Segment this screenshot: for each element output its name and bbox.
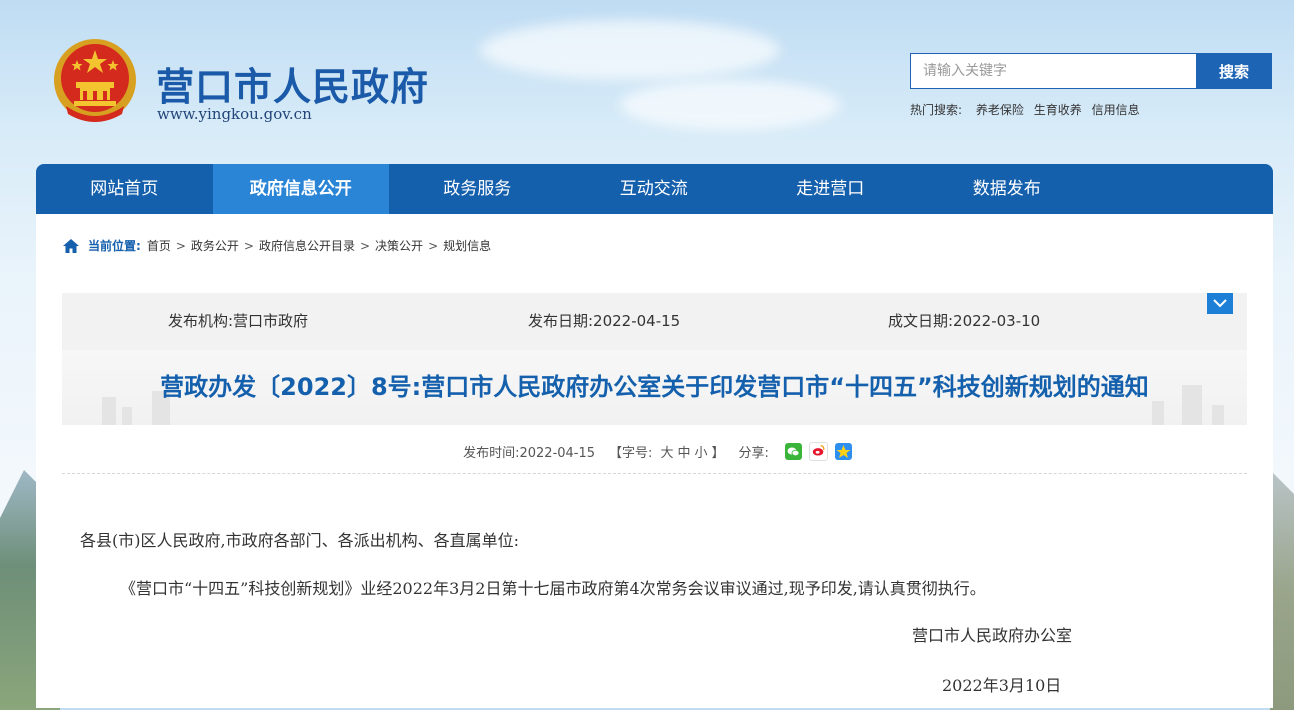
breadcrumb-link[interactable]: 规划信息 xyxy=(443,236,491,256)
meta-publish-date: 发布日期:2022-04-15 xyxy=(528,312,681,330)
document-salutation: 各县(市)区人民政府,市政府各部门、各派出机构、各直属单位: xyxy=(80,531,519,550)
document-info-row: 发布时间:2022-04-15 【字号: 大 中 小 】 分享: xyxy=(62,440,1247,462)
site-url: www.yingkou.gov.cn xyxy=(157,105,312,123)
background-cloud xyxy=(480,20,780,80)
home-icon xyxy=(63,239,79,253)
breadcrumb: 当前位置: 首页 > 政务公开 > 政府信息公开目录 > 决策公开 > 规划信息 xyxy=(62,236,491,256)
qzone-share-icon[interactable] xyxy=(834,442,852,460)
site-title: 营口市人民政府 xyxy=(156,64,430,109)
background-hill xyxy=(1270,470,1294,710)
font-size-close: 】 xyxy=(711,445,725,461)
breadcrumb-separator: > xyxy=(428,239,439,253)
meta-publisher: 发布机构:营口市政府 xyxy=(168,312,309,330)
breadcrumb-label: 当前位置: xyxy=(88,239,141,253)
breadcrumb-link[interactable]: 政务公开 xyxy=(191,236,239,256)
font-size-small-button[interactable]: 小 xyxy=(694,442,707,461)
publish-time: 发布时间:2022-04-15 xyxy=(463,445,596,461)
share-label: 分享: xyxy=(738,445,769,461)
nav-item-about[interactable]: 走进营口 xyxy=(742,164,919,214)
document-paragraph: 《营口市“十四五”科技创新规划》业经2022年3月2日第十七届市政府第4次常务会… xyxy=(120,579,986,598)
hot-search-link[interactable]: 生育收养 xyxy=(1034,103,1082,117)
document-signature-date: 2022年3月10日 xyxy=(942,676,1062,695)
font-size-label: 【字号: xyxy=(609,445,653,461)
national-emblem-icon xyxy=(54,39,136,122)
search-input[interactable] xyxy=(910,53,1196,89)
document-title: 营政办发〔2022〕8号:营口市人民政府办公室关于印发营口市“十四五”科技创新规… xyxy=(160,373,1149,401)
meta-written-date: 成文日期:2022-03-10 xyxy=(888,312,1041,330)
nav-item-data[interactable]: 数据发布 xyxy=(919,164,1096,214)
main-content: 当前位置: 首页 > 政务公开 > 政府信息公开目录 > 决策公开 > 规划信息… xyxy=(36,214,1273,708)
expand-meta-button[interactable] xyxy=(1207,293,1233,314)
nav-item-services[interactable]: 政务服务 xyxy=(389,164,566,214)
hot-search-label: 热门搜索: xyxy=(910,103,963,117)
font-size-large-button[interactable]: 大 xyxy=(660,442,673,461)
breadcrumb-link[interactable]: 决策公开 xyxy=(375,236,423,256)
chevron-down-icon xyxy=(1213,299,1227,308)
hot-search: 热门搜索: 养老保险 生育收养 信用信息 xyxy=(910,101,1146,118)
document-meta-bar: 发布机构:营口市政府 发布日期:2022-04-15 成文日期:2022-03-… xyxy=(62,293,1247,350)
hot-search-link[interactable]: 养老保险 xyxy=(976,103,1024,117)
background-cloud xyxy=(620,80,840,130)
breadcrumb-separator: > xyxy=(359,239,371,253)
breadcrumb-separator: > xyxy=(243,239,254,253)
document-signature-org: 营口市人民政府办公室 xyxy=(912,626,1073,645)
nav-item-gov-info[interactable]: 政府信息公开 xyxy=(212,164,389,214)
weibo-share-icon[interactable] xyxy=(808,441,828,461)
breadcrumb-separator: > xyxy=(175,239,186,253)
content-divider xyxy=(62,473,1247,474)
document-title-band: 营政办发〔2022〕8号:营口市人民政府办公室关于印发营口市“十四五”科技创新规… xyxy=(62,350,1247,425)
wechat-share-icon[interactable] xyxy=(784,442,802,460)
breadcrumb-link[interactable]: 首页 xyxy=(147,236,171,256)
nav-item-home[interactable]: 网站首页 xyxy=(36,164,213,214)
search-button[interactable]: 搜索 xyxy=(1196,53,1272,89)
breadcrumb-link[interactable]: 政府信息公开目录 xyxy=(259,236,355,256)
hot-search-link[interactable]: 信用信息 xyxy=(1092,103,1140,117)
font-size-medium-button[interactable]: 中 xyxy=(677,442,690,461)
nav-item-interaction[interactable]: 互动交流 xyxy=(566,164,743,214)
main-nav: 网站首页 政府信息公开 政务服务 互动交流 走进营口 数据发布 xyxy=(36,164,1273,214)
